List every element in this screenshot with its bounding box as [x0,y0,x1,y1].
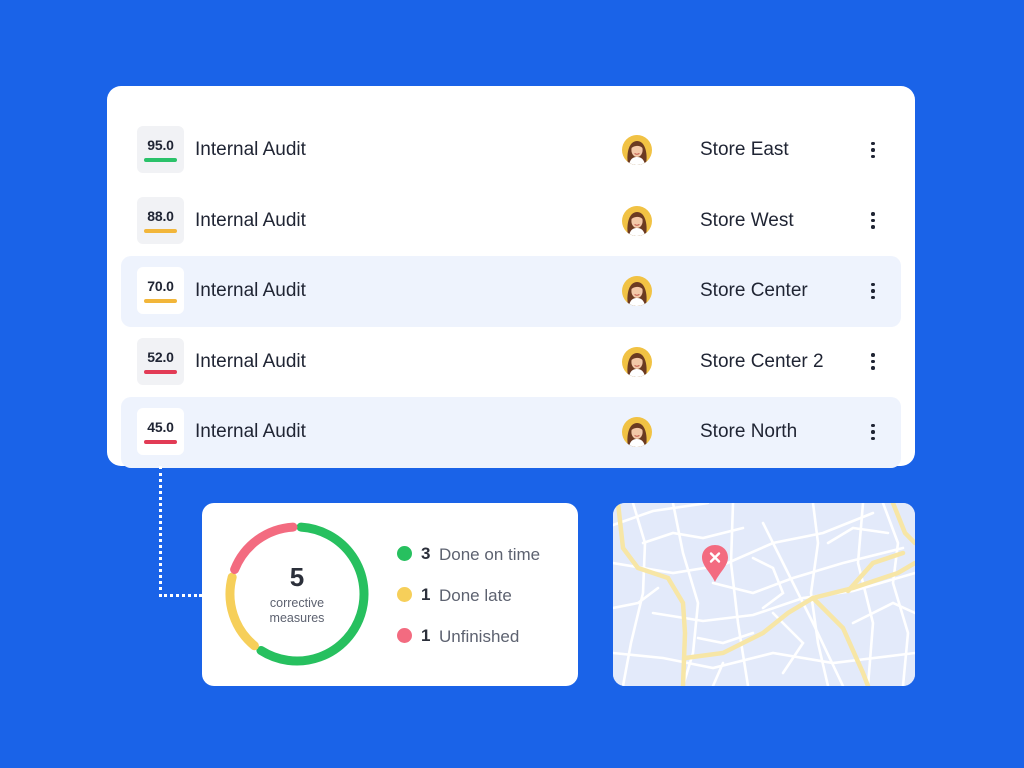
store-name: Store North [700,421,798,442]
score-value: 45.0 [147,419,174,435]
avatar [622,205,652,236]
legend-count: 1 [421,626,431,645]
audit-row[interactable]: 88.0 Internal Audit Store West [121,186,901,257]
more-options-icon[interactable] [866,347,880,377]
score-bar [144,158,177,162]
avatar [622,417,652,447]
avatar [622,276,652,306]
score-value: 52.0 [147,348,174,365]
audit-title: Internal Audit [195,209,306,231]
audit-list-card: 95.0 Internal Audit Store East 88.0 Inte… [107,86,915,468]
store-name: Store Center 2 [700,350,824,372]
audit-list: 95.0 Internal Audit Store East 88.0 Inte… [121,115,901,468]
more-options-icon[interactable] [866,417,880,447]
audit-row[interactable]: 52.0 Internal Audit Store Center 2 [121,327,901,398]
legend-label: Done late [439,586,512,605]
legend-count: 3 [421,544,431,563]
score-bar [144,299,177,303]
score-bar [144,228,177,233]
audit-title: Internal Audit [195,421,306,442]
legend-dot [397,587,412,602]
dotted-connector [159,466,202,597]
audit-title: Internal Audit [195,139,306,160]
score-badge: 70.0 [137,267,184,314]
score-value: 95.0 [147,137,174,153]
store-name: Store West [700,209,794,231]
score-bar [144,440,177,444]
street-map[interactable] [613,503,915,686]
legend-label: Done on time [439,545,541,564]
legend-dot [397,546,412,561]
donut-center: 5 corrective measures [222,519,372,669]
measures-label: corrective measures [270,596,325,626]
measures-count: 5 [289,562,305,592]
avatar [622,135,652,165]
score-bar [144,369,177,374]
audit-row[interactable]: 95.0 Internal Audit Store East [121,115,901,186]
store-name: Store Center [700,280,808,301]
score-badge: 88.0 [137,196,184,244]
score-badge: 52.0 [137,337,184,385]
legend-dot [397,628,412,643]
map-card[interactable] [613,503,915,686]
score-value: 70.0 [147,278,174,294]
avatar [622,346,652,377]
legend-label: Unfinished [439,627,520,646]
measures-label-line1: corrective [269,596,325,610]
score-value: 88.0 [147,207,174,224]
store-name: Store East [700,139,789,160]
more-options-icon[interactable] [866,135,880,165]
more-options-icon[interactable] [866,206,880,236]
corrective-measures-card: 5 corrective measures 3 Done on time 1 D… [202,503,578,686]
audit-title: Internal Audit [195,280,306,301]
score-badge: 95.0 [137,126,184,173]
audit-row[interactable]: 70.0 Internal Audit Store Center [121,256,901,327]
score-badge: 45.0 [137,408,184,455]
measures-label-line2: measures [269,611,325,625]
legend-count: 1 [421,585,431,604]
audit-row[interactable]: 45.0 Internal Audit Store North [121,397,901,468]
more-options-icon[interactable] [866,276,880,306]
audit-title: Internal Audit [195,350,306,372]
